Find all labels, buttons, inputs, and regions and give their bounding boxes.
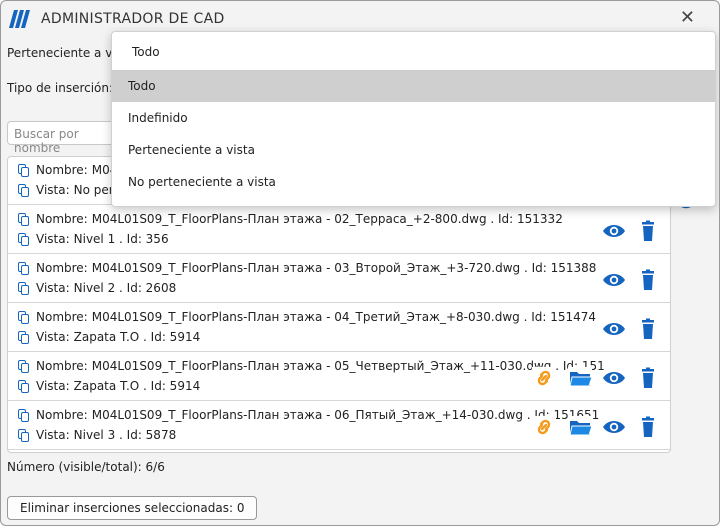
trash-icon[interactable] bbox=[636, 269, 660, 291]
view-line-label: Vista: bbox=[36, 232, 70, 246]
delete-selected-button[interactable]: Eliminar inserciones seleccionadas: 0 bbox=[7, 496, 258, 520]
view-line: Vista: Nivel 3 . Id: 5878 bbox=[18, 428, 176, 442]
folder-icon[interactable] bbox=[568, 416, 593, 438]
close-icon[interactable]: ✕ bbox=[680, 7, 695, 28]
dropdown-option[interactable]: Perteneciente a vista bbox=[112, 134, 715, 166]
name-line-value: M04L01S09_T_FloorPlans-План этажа - 04_Т… bbox=[91, 310, 597, 324]
list-item[interactable]: Nombre: M04L01S09_T_FloorPlans-План этажа… bbox=[8, 353, 670, 401]
name-line: Nombre: M04L01S09_T_FloorPlans-План этажа… bbox=[18, 408, 599, 422]
name-line-label: Nombre: bbox=[36, 212, 88, 226]
copy-icon[interactable] bbox=[18, 282, 29, 295]
visible-total-count: Número (visible/total): 6/6 bbox=[7, 460, 165, 474]
trash-icon[interactable] bbox=[636, 318, 660, 340]
app-logo-icon bbox=[9, 10, 30, 28]
view-line-label: Vista: bbox=[36, 281, 70, 295]
window-title: ADMINISTRADOR DE CAD bbox=[41, 11, 225, 27]
view-line-label: Vista: bbox=[36, 379, 70, 393]
name-line: Nombre: M04L01S09_T_FloorPlans-План этажа… bbox=[18, 359, 605, 373]
view-line: Vista: Nivel 2 . Id: 2608 bbox=[18, 281, 176, 295]
insert-type-dropdown: Todo Todo Indefinido Perteneciente a vista… bbox=[111, 31, 716, 207]
view-line-value: Nivel 3 . Id: 5878 bbox=[73, 428, 177, 442]
dropdown-option[interactable]: Indefinido bbox=[112, 102, 715, 134]
copy-icon[interactable] bbox=[18, 360, 29, 373]
name-line: Nombre: M04 bbox=[18, 163, 117, 177]
name-line-label: Nombre: bbox=[36, 359, 88, 373]
name-line-label: Nombre: bbox=[36, 310, 88, 324]
view-line-value: Zapata T.O . Id: 5914 bbox=[73, 379, 201, 393]
list-item[interactable]: Nombre: M04L01S09_T_FloorPlans-План этажа… bbox=[8, 402, 670, 450]
name-line-value: M04L01S09_T_FloorPlans-План этажа - 06_П… bbox=[91, 408, 600, 422]
view-line: Vista: No pert bbox=[18, 183, 118, 197]
name-line-label: Nombre: bbox=[36, 408, 88, 422]
view-line: Vista: Zapata T.O . Id: 5914 bbox=[18, 379, 200, 393]
name-line: Nombre: M04L01S09_T_FloorPlans-План этажа… bbox=[18, 212, 563, 226]
copy-icon[interactable] bbox=[18, 311, 29, 324]
view-line-value: Nivel 1 . Id: 356 bbox=[73, 232, 169, 246]
copy-icon[interactable] bbox=[18, 409, 29, 422]
name-line: Nombre: M04L01S09_T_FloorPlans-План этажа… bbox=[18, 310, 596, 324]
eye-icon[interactable] bbox=[602, 367, 626, 389]
eye-icon[interactable] bbox=[602, 269, 626, 291]
view-line-label: Vista: bbox=[36, 428, 70, 442]
copy-icon[interactable] bbox=[18, 184, 29, 197]
folder-icon[interactable] bbox=[568, 367, 593, 389]
name-line: Nombre: M04L01S09_T_FloorPlans-План этажа… bbox=[18, 261, 596, 275]
trash-icon[interactable] bbox=[636, 367, 660, 389]
dropdown-option[interactable]: Todo bbox=[112, 70, 715, 102]
copy-icon[interactable] bbox=[18, 429, 29, 442]
view-line-value: Zapata T.O . Id: 5914 bbox=[73, 330, 201, 344]
insert-type-label: Tipo de inserción: bbox=[7, 81, 114, 95]
name-line-value: M04L01S09_T_FloorPlans-План этажа - 03_В… bbox=[91, 261, 597, 275]
trash-icon[interactable] bbox=[636, 220, 660, 242]
copy-icon[interactable] bbox=[18, 164, 29, 177]
view-line: Vista: Nivel 1 . Id: 356 bbox=[18, 232, 169, 246]
list-item[interactable]: Nombre: M04L01S09_T_FloorPlans-План этажа… bbox=[8, 304, 670, 352]
name-line-value: M04L01S09_T_FloorPlans-План этажа - 02_Т… bbox=[91, 212, 563, 226]
eye-icon[interactable] bbox=[602, 220, 626, 242]
copy-icon[interactable] bbox=[18, 262, 29, 275]
list-item[interactable]: Nombre: M04L01S09_T_FloorPlans-План этажа… bbox=[8, 206, 670, 254]
link-icon[interactable] bbox=[532, 367, 556, 389]
eye-icon[interactable] bbox=[602, 416, 626, 438]
dropdown-option[interactable]: No perteneciente a vista bbox=[112, 166, 715, 198]
name-line-value: M04L01S09_T_FloorPlans-План этажа - 05_Ч… bbox=[91, 359, 605, 373]
view-line: Vista: Zapata T.O . Id: 5914 bbox=[18, 330, 200, 344]
copy-icon[interactable] bbox=[18, 380, 29, 393]
cad-manager-window: ADMINISTRADOR DE CAD ✕ Perteneciente a v… bbox=[0, 0, 720, 526]
name-line-label: Nombre: bbox=[36, 163, 88, 177]
view-line-value: Nivel 2 . Id: 2608 bbox=[73, 281, 177, 295]
copy-icon[interactable] bbox=[18, 233, 29, 246]
link-icon[interactable] bbox=[532, 416, 556, 438]
copy-icon[interactable] bbox=[18, 331, 29, 344]
eye-icon[interactable] bbox=[602, 318, 626, 340]
search-input[interactable]: Buscar por nombre bbox=[7, 121, 125, 155]
trash-icon[interactable] bbox=[636, 416, 660, 438]
dropdown-current-value[interactable]: Todo bbox=[132, 45, 160, 59]
copy-icon[interactable] bbox=[18, 213, 29, 226]
list-item[interactable]: Nombre: M04L01S09_T_FloorPlans-План этажа… bbox=[8, 255, 670, 303]
view-line-label: Vista: bbox=[36, 330, 70, 344]
view-line-label: Vista: bbox=[36, 183, 70, 197]
name-line-label: Nombre: bbox=[36, 261, 88, 275]
title-bar: ADMINISTRADOR DE CAD ✕ bbox=[1, 1, 719, 35]
